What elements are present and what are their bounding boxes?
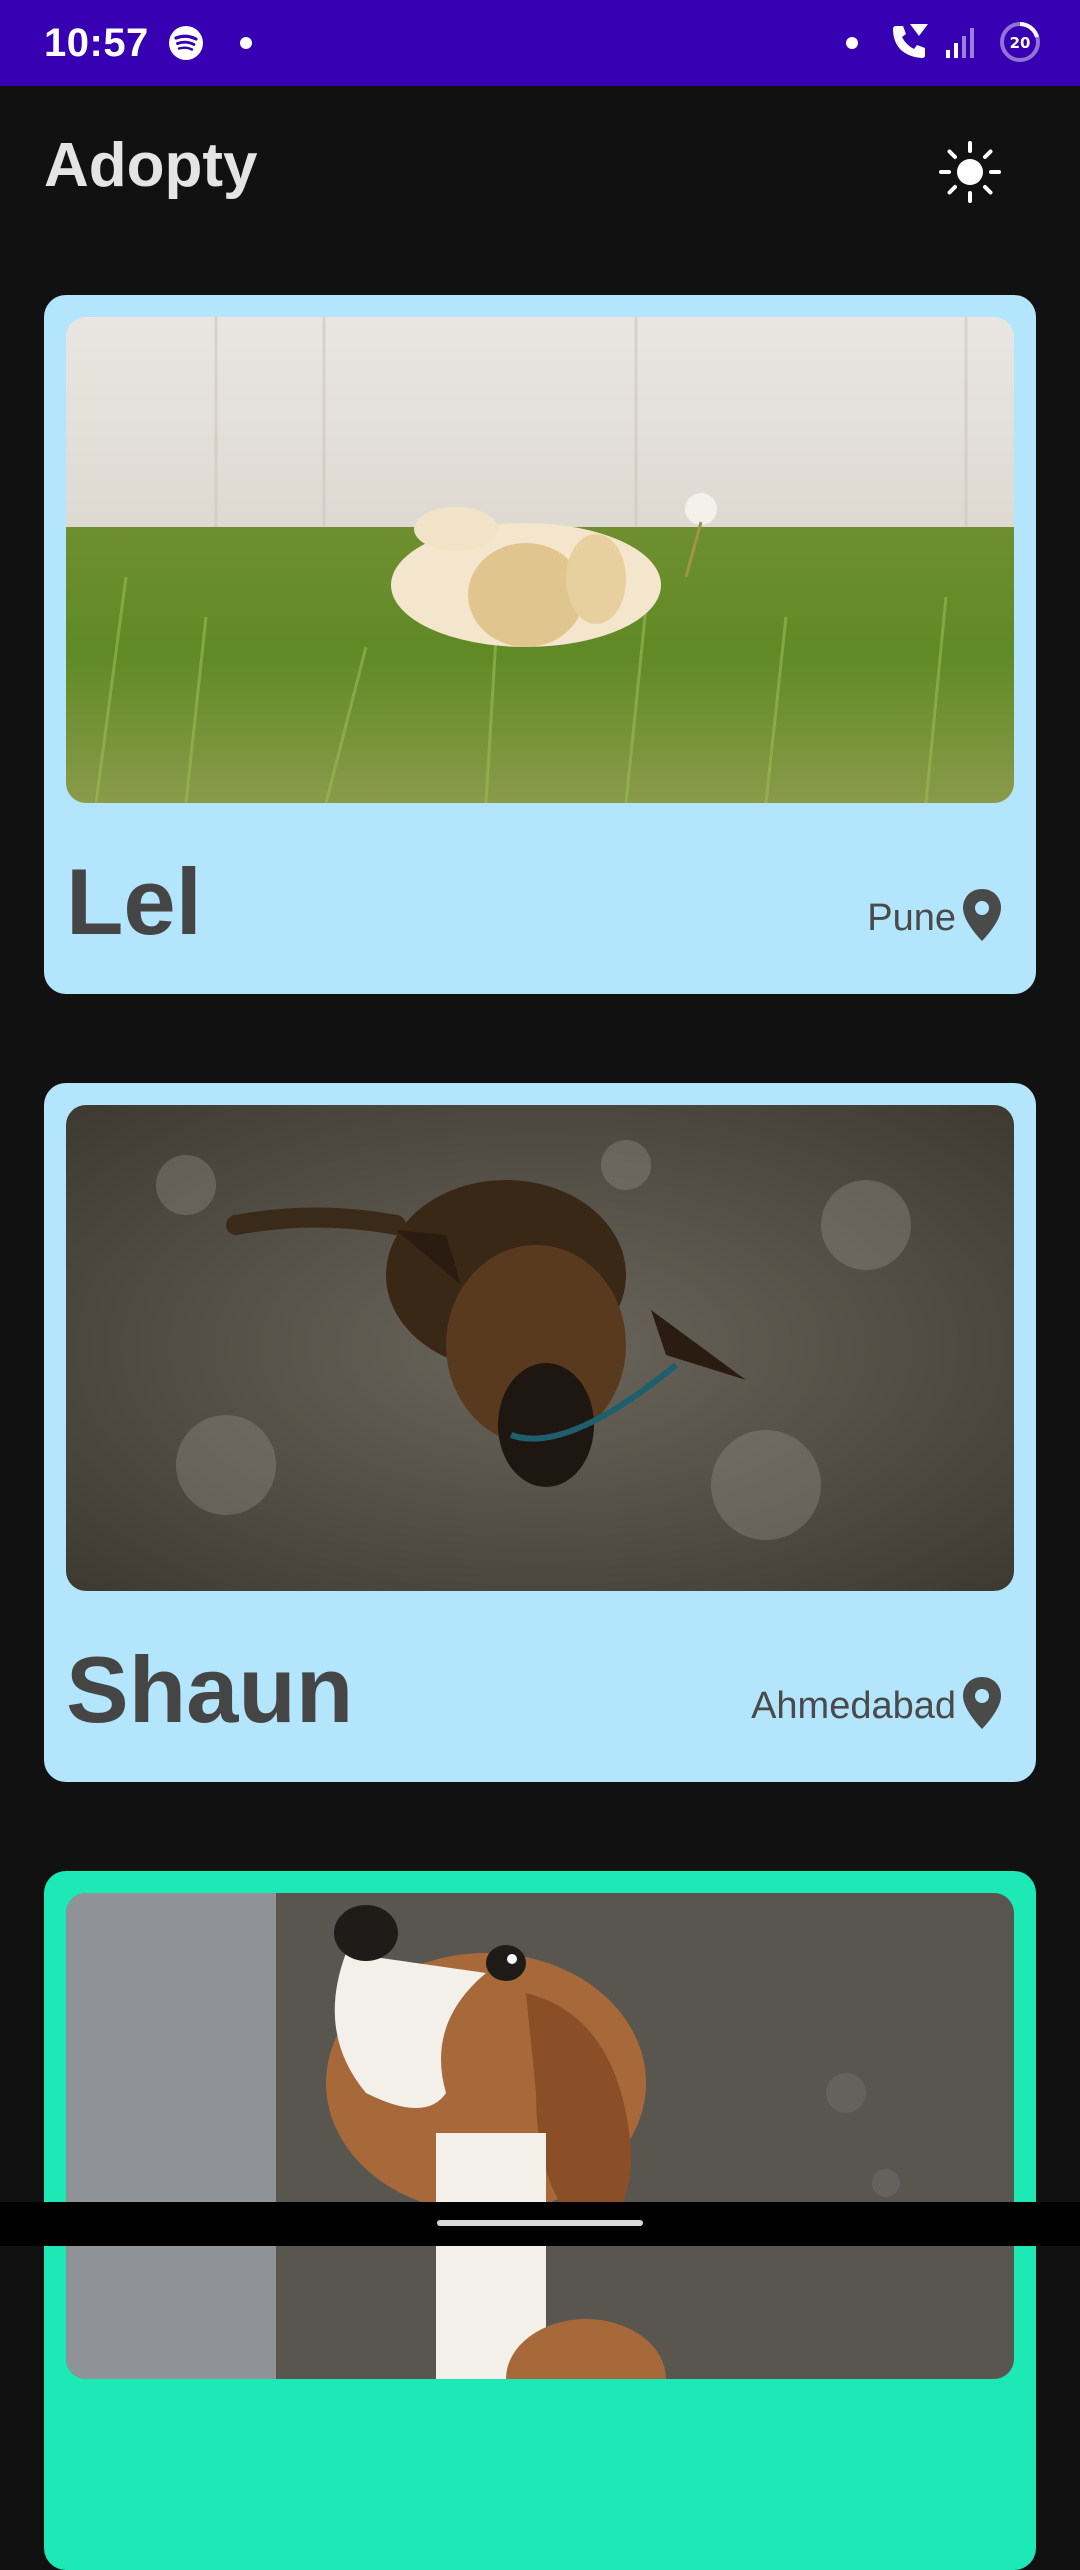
navigation-bar (0, 2202, 1080, 2246)
sun-icon (939, 141, 1001, 203)
wifi-calling-icon (888, 20, 932, 69)
pet-location: Pune (867, 897, 956, 939)
app-title: Adopty (44, 131, 258, 200)
battery-level: 20 (1010, 34, 1031, 52)
pet-card[interactable]: Shaun Ahmedabad (44, 1083, 1036, 1782)
pet-card[interactable]: Lel Pune (44, 295, 1036, 994)
pet-name: Lel (66, 849, 202, 954)
notification-dot-icon (240, 37, 252, 49)
pet-photo (66, 317, 1014, 803)
status-time: 10:57 (44, 21, 149, 65)
location-pin-icon (960, 1675, 1004, 1736)
status-bar: 10:57 20 (0, 0, 1080, 86)
location-pin-icon (960, 887, 1004, 948)
pet-photo (66, 1893, 1014, 2379)
notification-dot-icon (846, 37, 858, 49)
pet-photo (66, 1105, 1014, 1591)
spotify-icon (168, 25, 204, 66)
pet-location: Ahmedabad (751, 1685, 956, 1727)
home-gesture-handle[interactable] (437, 2220, 643, 2226)
theme-toggle-button[interactable] (930, 132, 1010, 212)
battery-saver-icon: 20 (998, 20, 1042, 69)
pet-name: Shaun (66, 1637, 354, 1742)
cell-signal-icon (944, 24, 980, 65)
